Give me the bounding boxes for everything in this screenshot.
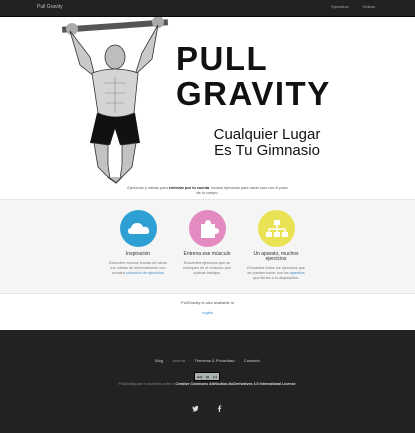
intro-after: , incluso ejercicios para hacer solo con… — [196, 186, 288, 195]
footer-blog-link[interactable]: Blog — [155, 358, 163, 363]
footer-links: Blog · Acerca · Términos & Privacidad · Contac… — [0, 358, 415, 363]
cc-license-badge[interactable]: (cc) (i) (=) — [194, 372, 220, 381]
feature-text: Encuentra ejercicios que se enfoquen en … — [183, 261, 231, 275]
footer-contact-link[interactable]: Contacto — [244, 358, 260, 363]
pullup-figure-image — [61, 17, 169, 184]
feature-title: Inspiración — [125, 251, 151, 257]
feature-text: Encuentra todos los ejercicios que se pu… — [246, 266, 306, 281]
nav-links: Ejercicios Vídeos — [331, 4, 375, 9]
language-text: PullGravity is also available in — [181, 300, 234, 305]
hero-subtitle: Cualquier Lugar Es Tu Gimnasio — [182, 127, 352, 159]
footer: Blog · Acerca · Términos & Privacidad · Contac… — [0, 330, 415, 433]
license-before: PullGravity.com is licensed under a — [118, 382, 176, 386]
nav-videos-link[interactable]: Vídeos — [363, 4, 375, 9]
intro-bold: entrenar por tu cuenta — [168, 186, 210, 190]
brand-link[interactable]: Pull Gravity — [37, 4, 63, 10]
hero-subtitle-line1: Cualquier Lugar — [213, 126, 321, 143]
english-link[interactable]: Inglés — [0, 310, 415, 315]
feature-text: Descubre nuevas formas de variar tus rut… — [108, 261, 168, 276]
footer-terms-link[interactable]: Términos & Privacidad — [194, 358, 234, 363]
features-section: Inspiración Descubre nuevas formas de va… — [0, 199, 415, 294]
feature-text-after: que tienes a tu disposición. — [253, 276, 299, 280]
facebook-icon[interactable] — [216, 405, 223, 414]
footer-about-link[interactable]: Acerca — [172, 358, 184, 363]
puzzle-icon — [188, 210, 226, 247]
nav-ejercicios-link[interactable]: Ejercicios — [331, 4, 348, 9]
social-links — [0, 399, 415, 417]
separator: · — [167, 358, 169, 363]
feature-musculo: Entrena ese músculo Encuentra ejercicios… — [177, 210, 237, 276]
top-navbar: Pull Gravity Ejercicios Vídeos — [0, 0, 415, 17]
intro-text: Ejercicios y rutinas para entrenar por t… — [125, 186, 290, 196]
equipment-link[interactable]: aparatos — [290, 271, 305, 275]
feature-title: Entrena ese músculo — [183, 251, 231, 257]
intro-before: Ejercicios y rutinas para — [127, 186, 169, 190]
sitemap-icon — [257, 210, 295, 247]
feature-aparato: Un aparato, muchos ejercicios Encuentra … — [246, 210, 306, 281]
license-after: . — [295, 382, 297, 386]
hero-title: PULL GRAVITY — [176, 41, 331, 111]
hero-subtitle-line2: Es Tu Gimnasio — [214, 142, 320, 159]
separator: · — [188, 358, 191, 363]
twitter-icon[interactable] — [192, 405, 199, 414]
separator: · — [238, 358, 240, 363]
hero-title-line1: PULL — [176, 40, 269, 77]
license-link[interactable]: Creative Commons Attribution-NoDerivativ… — [175, 382, 295, 386]
hero-section: PULL GRAVITY Cualquier Lugar Es Tu Gimna… — [0, 17, 415, 197]
license-text: PullGravity.com is licensed under a Crea… — [0, 382, 415, 386]
exercise-collection-link[interactable]: colección de ejercicios — [126, 271, 164, 275]
hero-title-line2: GRAVITY — [176, 75, 331, 112]
feature-inspiracion: Inspiración Descubre nuevas formas de va… — [108, 210, 168, 276]
feature-title: Un aparato, muchos ejercicios — [253, 251, 299, 262]
cloud-icon — [119, 210, 157, 247]
language-section: PullGravity is also available in Inglés — [0, 300, 415, 315]
